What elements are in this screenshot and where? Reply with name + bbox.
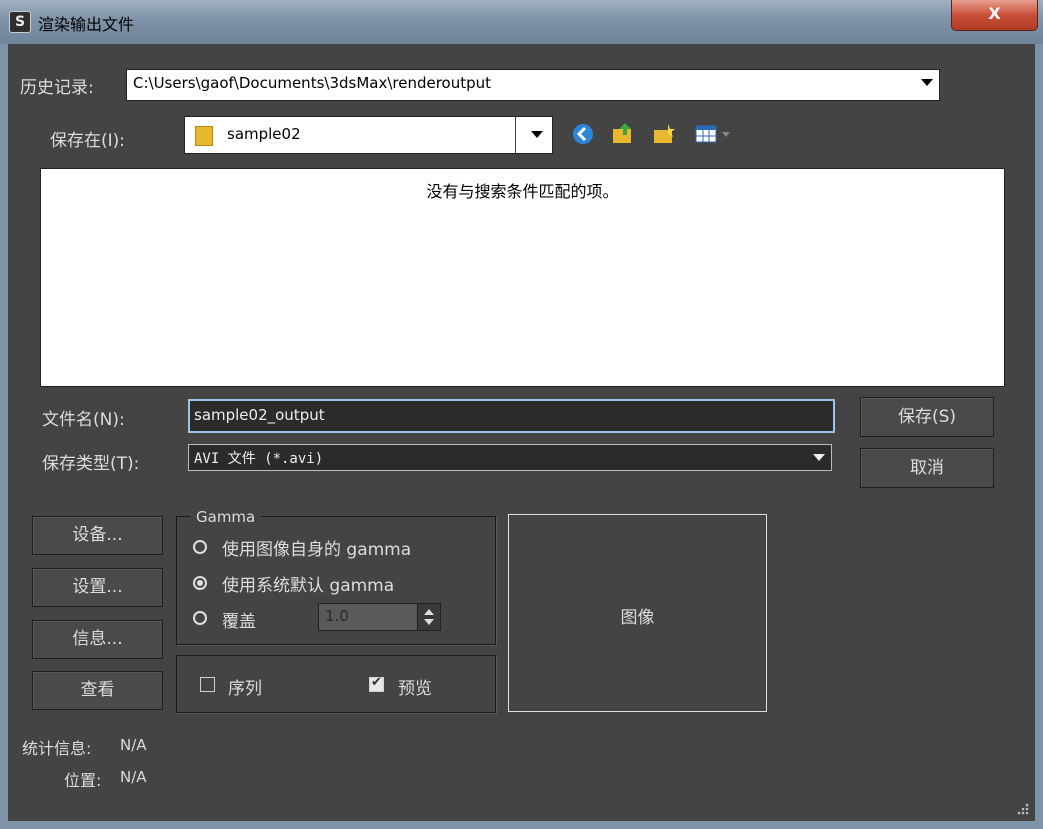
location-label: 位置:	[64, 771, 102, 790]
spinner-arrows-icon[interactable]	[417, 604, 440, 630]
save-in-label: 保存在(I):	[50, 131, 126, 151]
dropdown-divider	[515, 117, 516, 153]
cancel-button[interactable]: 取消	[860, 448, 994, 488]
save-type-dropdown[interactable]: AVI 文件 (*.avi)	[188, 444, 832, 471]
device-button[interactable]: 设备...	[32, 516, 163, 555]
back-icon[interactable]	[572, 123, 594, 145]
history-dropdown[interactable]: C:\Users\gaof\Documents\3dsMax\renderout…	[126, 69, 940, 101]
up-folder-icon[interactable]	[611, 121, 633, 143]
window-frame-bottom	[0, 821, 1043, 829]
view-menu-icon[interactable]	[695, 123, 735, 145]
resize-grip-icon[interactable]	[1014, 800, 1030, 816]
save-type-value: AVI 文件 (*.avi)	[194, 451, 324, 467]
window-frame-left	[0, 44, 8, 821]
gamma-value-spinner[interactable]: 1.0	[318, 603, 441, 631]
location-value: N/A	[120, 768, 147, 786]
sequence-label: 序列	[228, 679, 262, 699]
preview-checkbox[interactable]	[369, 675, 384, 692]
gamma-override-label: 覆盖	[222, 612, 256, 632]
app-icon: S	[9, 11, 31, 33]
close-button[interactable]: X	[951, 0, 1038, 31]
image-panel-label: 图像	[620, 608, 655, 628]
info-button[interactable]: 信息...	[32, 620, 163, 659]
filename-input[interactable]: sample02_output	[188, 399, 835, 433]
chevron-down-icon	[813, 454, 825, 461]
filename-value: sample02_output	[194, 406, 325, 424]
save-in-value: sample02	[227, 125, 301, 143]
gamma-own-radio[interactable]	[193, 540, 207, 554]
history-value: C:\Users\gaof\Documents\3dsMax\renderout…	[133, 74, 492, 92]
new-folder-icon[interactable]	[652, 123, 675, 145]
gamma-group-title: Gamma	[190, 508, 262, 526]
file-list[interactable]: 没有与搜索条件匹配的项。	[40, 168, 1005, 387]
window-title: 渲染输出文件	[38, 15, 135, 34]
title-bar: S 渲染输出文件 X	[0, 0, 1043, 44]
gamma-value: 1.0	[325, 607, 349, 625]
chevron-down-icon	[531, 131, 543, 138]
chevron-down-icon	[921, 79, 933, 86]
filename-label: 文件名(N):	[42, 410, 125, 430]
gamma-own-label: 使用图像自身的 gamma	[222, 540, 412, 560]
image-preview-panel[interactable]: 图像	[508, 514, 767, 712]
folder-icon	[195, 126, 213, 146]
setup-button[interactable]: 设置...	[32, 568, 163, 607]
stats-value: N/A	[120, 736, 147, 754]
preview-label: 预览	[398, 679, 432, 699]
view-button[interactable]: 查看	[32, 671, 163, 710]
sequence-preview-group	[176, 655, 496, 713]
window-frame-right	[1035, 44, 1043, 821]
stats-label: 统计信息:	[22, 739, 92, 758]
history-label: 历史记录:	[20, 78, 94, 98]
gamma-override-radio[interactable]	[193, 611, 207, 625]
gamma-default-radio[interactable]	[193, 576, 207, 590]
empty-message: 没有与搜索条件匹配的项。	[426, 182, 619, 201]
save-in-dropdown[interactable]: sample02	[184, 116, 553, 154]
sequence-checkbox[interactable]	[200, 677, 215, 692]
gamma-default-label: 使用系统默认 gamma	[222, 576, 395, 596]
save-button[interactable]: 保存(S)	[860, 397, 994, 437]
save-type-label: 保存类型(T):	[42, 454, 140, 474]
